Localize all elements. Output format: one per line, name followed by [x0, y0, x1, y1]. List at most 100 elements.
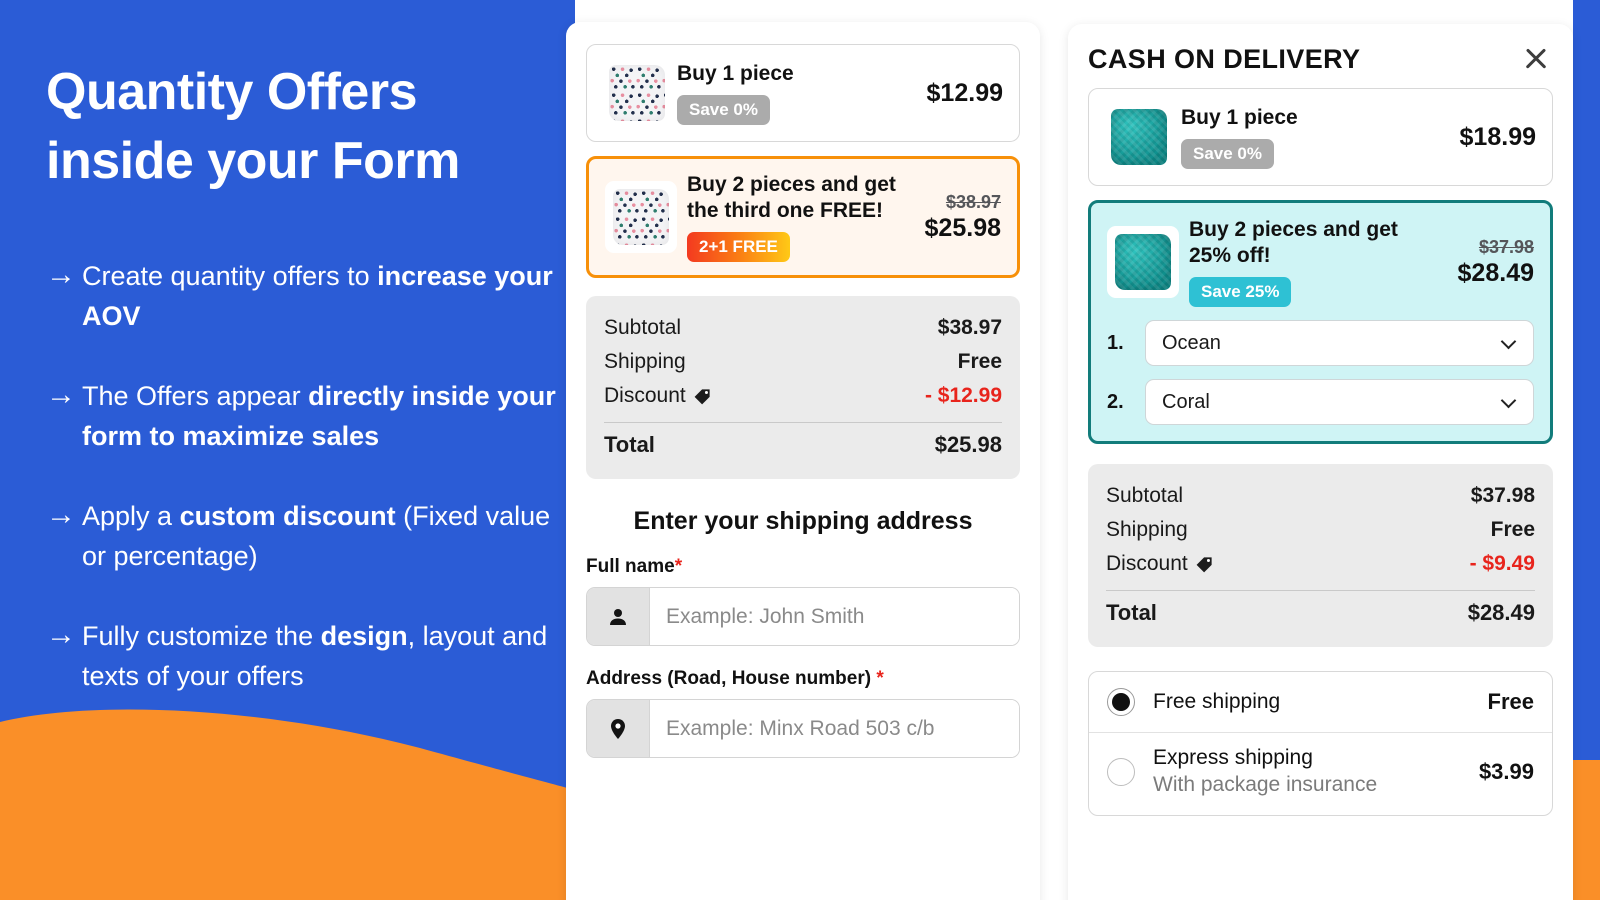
variant-index: 1. [1107, 331, 1124, 354]
promo-bullet-item: → The Offers appear directly inside your… [46, 377, 556, 457]
offer-badge: Save 0% [677, 95, 770, 126]
offer-option-1[interactable]: Buy 1 piece Save 0% $12.99 [586, 44, 1020, 142]
offer-title: Buy 2 pieces and get 25% off! [1189, 218, 1398, 267]
promo-bullet-text: Create quantity offers to increase your … [82, 261, 553, 332]
shipping-option-name: Free shipping [1153, 690, 1281, 714]
offer-old-price: $37.98 [1478, 236, 1534, 257]
offer-price: $28.49 [1457, 258, 1534, 287]
summary-row-shipping: Shipping Free [1106, 513, 1535, 547]
full-name-input[interactable]: Example: John Smith [586, 587, 1020, 647]
promo-bullet-text: Fully customize the design, layout and t… [82, 620, 548, 691]
offer-price: $25.98 [924, 213, 1001, 242]
variant-index: 2. [1107, 390, 1124, 413]
promo-bullet-list: → Create quantity offers to increase you… [46, 257, 556, 697]
summary-label: Total [1106, 600, 1157, 626]
variant-value: Coral [1162, 390, 1210, 413]
field-label: Full name* [586, 556, 683, 578]
summary-value: Free [957, 350, 1002, 374]
pillow-teal-icon [1111, 109, 1167, 165]
arrow-right-icon: → [46, 617, 76, 651]
variant-row-2: 2. Coral [1107, 379, 1534, 426]
product-thumbnail [1107, 226, 1179, 299]
order-summary: Subtotal $37.98 Shipping Free Discount -… [1088, 464, 1553, 648]
offer-badge: Save 25% [1189, 277, 1292, 308]
cash-on-delivery-card: CASH ON DELIVERY Buy 1 piece Save 0% $18… [1068, 24, 1573, 900]
offer-title: Buy 1 piece [677, 61, 794, 85]
summary-row-subtotal: Subtotal $37.98 [1106, 479, 1535, 513]
summary-label: Shipping [604, 350, 686, 374]
offer-option-2[interactable]: Buy 2 pieces and get 25% off! Save 25% $… [1088, 200, 1553, 445]
arrow-right-icon: → [46, 498, 76, 532]
offer-title: Buy 2 pieces and get the third one FREE! [687, 173, 896, 222]
pillow-teal-icon [1115, 234, 1171, 291]
field-address: Address (Road, House number) * Example: … [586, 668, 1020, 759]
promo-bullet-text: The Offers appear directly inside your f… [82, 381, 556, 452]
promo-bullet-item: → Create quantity offers to increase you… [46, 257, 556, 337]
summary-value: $37.98 [1470, 484, 1535, 508]
offer-price-block: $12.99 [917, 79, 1003, 108]
summary-label: Shipping [1106, 518, 1188, 542]
offer-option-1[interactable]: Buy 1 piece Save 0% $18.99 [1088, 88, 1553, 186]
summary-value: $28.49 [1467, 600, 1535, 626]
pillow-dots-icon [609, 65, 665, 121]
price-tag-icon [694, 389, 710, 405]
arrow-right-icon: → [46, 378, 76, 412]
offer-price: $12.99 [926, 78, 1003, 107]
variant-select-1[interactable]: Ocean [1145, 320, 1534, 367]
summary-row-total: Total $25.98 [604, 427, 1002, 463]
offer-badge: 2+1 FREE [687, 232, 790, 263]
summary-label: Subtotal [604, 316, 682, 340]
field-label: Address (Road, House number) * [586, 668, 884, 690]
promo-heading-line2: inside your Form [46, 131, 460, 190]
summary-value: $38.97 [937, 316, 1002, 340]
address-placeholder: Example: Minx Road 503 c/b [650, 700, 1019, 758]
offer-title: Buy 1 piece [1181, 105, 1298, 129]
variant-value: Ocean [1162, 331, 1221, 354]
shipping-option-price: $3.99 [1478, 758, 1534, 784]
card-header: CASH ON DELIVERY [1068, 24, 1573, 88]
screenshot-root: Quantity Offers inside your Form → Creat… [0, 0, 1600, 900]
page-title: CASH ON DELIVERY [1088, 43, 1361, 74]
shipping-option-free[interactable]: Free shipping Free [1089, 672, 1552, 732]
offer-option-2[interactable]: Buy 2 pieces and get the third one FREE!… [586, 156, 1020, 279]
chevron-down-icon [1501, 394, 1517, 410]
pillow-dots-icon [613, 189, 669, 246]
offer-badge: Save 0% [1181, 139, 1274, 170]
summary-label: Discount [604, 384, 686, 408]
shipping-option-subtitle: With package insurance [1153, 773, 1378, 797]
offer-price-block: $18.99 [1450, 123, 1536, 152]
summary-row-discount: Discount - $9.49 [1106, 547, 1535, 581]
full-name-placeholder: Example: John Smith [650, 588, 1019, 646]
promo-panel: Quantity Offers inside your Form → Creat… [46, 58, 556, 737]
close-icon[interactable] [1519, 42, 1553, 76]
radio-button-selected[interactable] [1107, 688, 1135, 717]
product-thumbnail [603, 59, 671, 127]
order-summary: Subtotal $38.97 Shipping Free Discount -… [586, 296, 1020, 480]
shipping-option-express[interactable]: Express shipping With package insurance … [1089, 732, 1552, 815]
summary-label: Discount [1106, 552, 1188, 576]
promo-heading-line1: Quantity Offers [46, 63, 418, 121]
summary-value: - $12.99 [924, 384, 1002, 408]
summary-value: $25.98 [934, 432, 1002, 458]
shipping-option-name: Express shipping [1153, 746, 1313, 770]
address-input[interactable]: Example: Minx Road 503 c/b [586, 699, 1020, 759]
offer-price: $18.99 [1459, 122, 1536, 151]
summary-value: - $9.49 [1469, 552, 1535, 576]
product-thumbnail [1105, 103, 1173, 171]
summary-label: Subtotal [1106, 484, 1184, 508]
promo-bullet-text: Apply a custom discount (Fixed value or … [82, 501, 551, 572]
shipping-method-group: Free shipping Free Express shipping With… [1088, 671, 1553, 816]
offer-old-price: $38.97 [945, 191, 1001, 212]
checkout-form-card: Buy 1 piece Save 0% $12.99 Buy 2 pieces … [566, 22, 1040, 900]
summary-row-shipping: Shipping Free [604, 345, 1002, 379]
summary-divider [604, 422, 1002, 424]
offer-price-block: $37.98 $28.49 [1448, 237, 1534, 288]
summary-row-discount: Discount - $12.99 [604, 379, 1002, 413]
variant-select-2[interactable]: Coral [1145, 379, 1534, 426]
shipping-form-heading: Enter your shipping address [633, 507, 973, 536]
radio-button[interactable] [1107, 757, 1135, 786]
summary-divider [1106, 590, 1535, 592]
arrow-right-icon: → [46, 258, 76, 292]
product-thumbnail [605, 181, 677, 254]
location-pin-icon [587, 700, 650, 758]
